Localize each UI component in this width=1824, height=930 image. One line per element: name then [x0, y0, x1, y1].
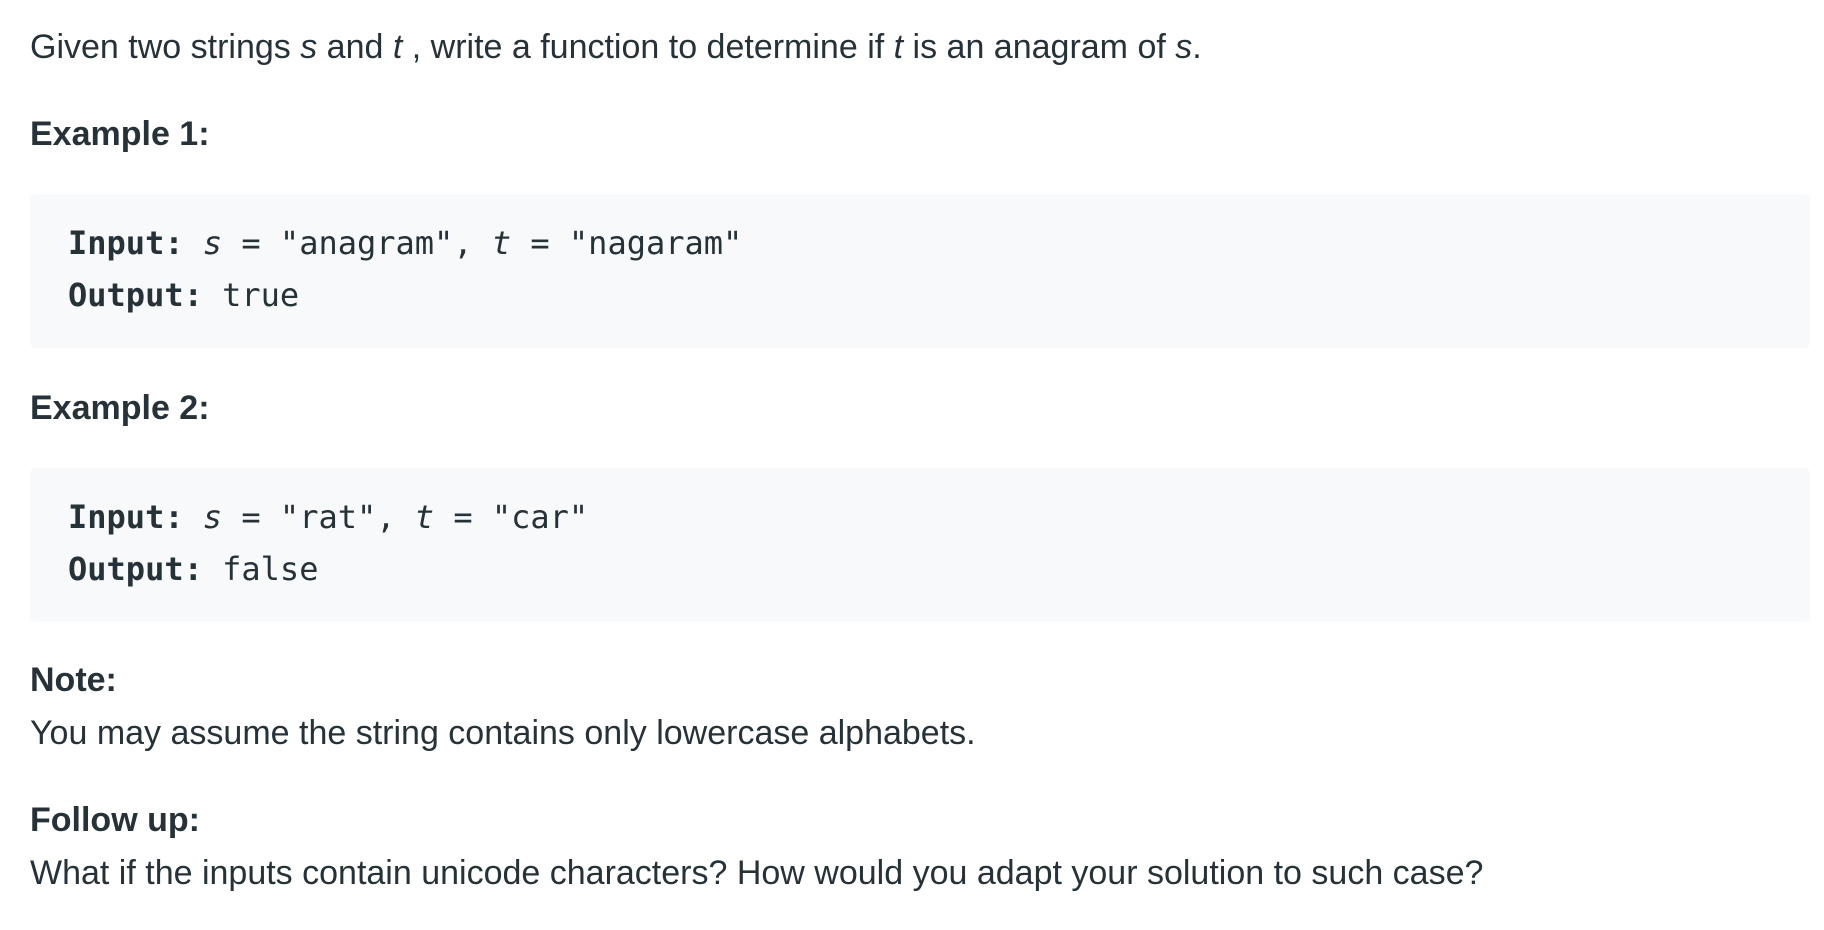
output-label: Output:	[68, 276, 203, 314]
var-s: s	[202, 498, 223, 536]
intro-text: .	[1192, 28, 1202, 66]
example-2-input-line: Input: s = "rat", t = "car"	[68, 497, 588, 537]
follow-up-heading: Follow up:	[30, 801, 200, 839]
intro-text: , write a function to determine if	[402, 28, 894, 66]
example-1-heading: Example 1:	[30, 115, 210, 153]
output-value: false	[202, 550, 319, 588]
note-text: You may assume the string contains only …	[30, 714, 976, 752]
problem-statement: Given two strings s and t , write a func…	[30, 24, 1202, 70]
output-value: true	[202, 276, 300, 314]
var-t: t	[414, 498, 435, 536]
follow-up-text: What if the inputs contain unicode chara…	[30, 854, 1484, 892]
example-2-output-line: Output: false	[68, 549, 318, 589]
var-t: t	[491, 224, 512, 262]
input-label: Input:	[68, 498, 184, 536]
input-label: Input:	[68, 224, 184, 262]
example-2-code-block: Input: s = "rat", t = "car" Output: fals…	[30, 468, 1810, 622]
var-s: s	[1175, 28, 1193, 66]
output-label: Output:	[68, 550, 203, 588]
example-2-heading: Example 2:	[30, 389, 210, 427]
example-1-output-line: Output: true	[68, 275, 299, 315]
input-value: = "rat",	[222, 498, 415, 536]
example-1-code-block: Input: s = "anagram", t = "nagaram" Outp…	[30, 194, 1810, 348]
var-s: s	[202, 224, 223, 262]
intro-text: is an anagram of	[903, 28, 1176, 66]
input-value: = "nagaram"	[511, 224, 743, 262]
var-t: t	[392, 28, 403, 66]
intro-text: Given two strings	[30, 28, 301, 66]
example-1-input-line: Input: s = "anagram", t = "nagaram"	[68, 223, 742, 263]
input-value: = "car"	[434, 498, 589, 536]
note-heading: Note:	[30, 661, 117, 699]
intro-text: and	[317, 28, 393, 66]
input-value: = "anagram",	[222, 224, 492, 262]
var-s: s	[300, 28, 318, 66]
var-t: t	[893, 28, 904, 66]
